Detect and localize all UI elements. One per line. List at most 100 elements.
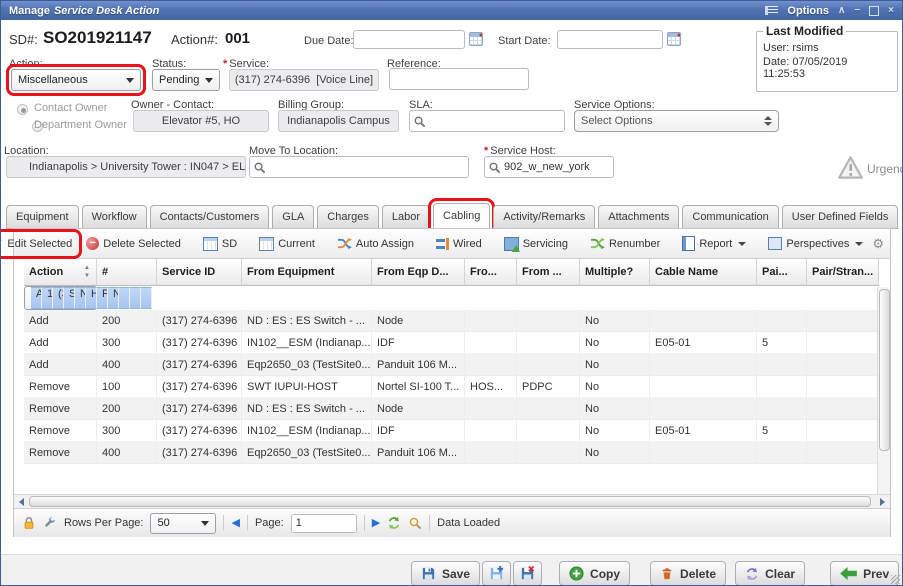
tab-labor[interactable]: Labor [382, 205, 430, 228]
servicing-button[interactable]: Servicing [499, 234, 573, 254]
tab-charges[interactable]: Charges [317, 205, 379, 228]
service-host-lookup[interactable] [484, 156, 614, 178]
column-header[interactable]: # [97, 259, 157, 286]
scroll-right-icon[interactable] [880, 498, 885, 506]
search-icon [413, 115, 426, 128]
prev-button[interactable]: Prev [830, 561, 899, 586]
rows-per-page-select[interactable]: 50 [150, 513, 216, 534]
search-icon[interactable] [408, 516, 422, 530]
renumber-button[interactable]: Renumber [585, 234, 665, 253]
table-row[interactable]: Add400(317) 274-6396Eqp2650_03 (TestSite… [24, 354, 879, 376]
table-row[interactable]: Remove300(317) 274-6396IN102__ESM (India… [24, 420, 879, 442]
current-button[interactable]: Current [254, 234, 320, 254]
search-icon [488, 161, 501, 174]
start-date-input[interactable] [557, 30, 663, 49]
delete-button[interactable]: Delete [650, 561, 726, 586]
service-host-input[interactable] [501, 161, 613, 173]
grid-toolbar: +Add Edit Selected −Delete Selected SD C… [14, 229, 890, 259]
move-to-location-lookup[interactable] [249, 156, 469, 178]
column-header[interactable]: Service ID [157, 259, 242, 286]
perspectives-button[interactable]: Perspectives [763, 234, 868, 253]
sla-input[interactable] [426, 115, 564, 127]
column-header[interactable]: Action [24, 259, 97, 286]
start-date-calendar-icon[interactable] [667, 32, 681, 46]
collapse-icon[interactable]: ∧ [838, 6, 845, 16]
status-select[interactable]: Pending [152, 69, 220, 91]
urgency-icon[interactable] [837, 155, 864, 180]
close-icon[interactable]: × [888, 6, 894, 16]
wired-button[interactable]: Wired [431, 235, 487, 253]
column-header[interactable]: Pai... [757, 259, 807, 286]
tab-contacts-customers[interactable]: Contacts/Customers [150, 205, 270, 228]
column-header[interactable]: Multiple? [580, 259, 650, 286]
column-header[interactable]: Pair/Stran... [807, 259, 879, 286]
column-header[interactable]: Fro... [465, 259, 517, 286]
table-row[interactable]: Add100(317) 274-6396SWT IUPUI-HOSTNortel… [24, 286, 97, 310]
previous-page-icon[interactable]: ◀ [231, 518, 239, 529]
pager-separator [429, 515, 430, 531]
clear-button[interactable]: Clear [735, 561, 805, 586]
minimize-icon[interactable]: − [854, 6, 860, 16]
delete-selected-button[interactable]: −Delete Selected [81, 234, 186, 253]
scroll-left-icon[interactable] [19, 498, 24, 506]
tab-equipment[interactable]: Equipment [6, 205, 79, 228]
wrench-icon[interactable] [43, 516, 57, 530]
reference-input[interactable] [389, 68, 529, 90]
page-input[interactable] [291, 514, 357, 533]
table-row[interactable]: Remove400(317) 274-6396Eqp2650_03 (TestS… [24, 442, 879, 464]
horizontal-scrollbar-thumb[interactable] [29, 496, 871, 507]
save-close-button[interactable] [513, 561, 542, 586]
service-options-select[interactable]: Select Options [574, 110, 779, 132]
tab-communication[interactable]: Communication [682, 205, 778, 228]
edit-selected-button[interactable]: Edit Selected [0, 234, 77, 254]
column-header[interactable]: From ... [517, 259, 580, 286]
gear-icon[interactable]: ⚙ [872, 237, 884, 250]
owner-contact-field: Elevator #5, HO [133, 110, 269, 132]
column-header[interactable]: From Eqp D... [372, 259, 465, 286]
copy-button[interactable]: Copy [559, 561, 630, 586]
last-modified-legend: Last Modified [763, 24, 846, 38]
options-menu[interactable]: Options [787, 5, 829, 17]
urgency-label: Urgency [867, 162, 903, 176]
pager-separator [247, 515, 248, 531]
table-row[interactable]: Remove200(317) 274-6396ND : ES : ES Swit… [24, 398, 879, 420]
table-row[interactable]: Remove100(317) 274-6396SWT IUPUI-HOSTNor… [24, 376, 879, 398]
tab-gla[interactable]: GLA [272, 205, 314, 228]
sd-number-label: SD#: [9, 32, 38, 47]
refresh-icon[interactable] [387, 516, 401, 530]
tab-attachments[interactable]: Attachments [598, 205, 679, 228]
lock-icon[interactable] [22, 516, 36, 530]
tab-activity-remarks[interactable]: Activity/Remarks [493, 205, 595, 228]
tab-workflow[interactable]: Workflow [82, 205, 147, 228]
horizontal-scrollbar[interactable] [14, 494, 890, 508]
arrow-left-icon [840, 567, 857, 580]
sd-number-value: SO201921147 [43, 28, 152, 48]
vertical-scrollbar[interactable] [877, 287, 890, 494]
contact-owner-radio[interactable] [17, 104, 28, 115]
tab-cabling[interactable]: Cabling [433, 203, 490, 229]
options-menu-icon [765, 6, 778, 15]
save-plus-icon [489, 566, 504, 581]
next-page-icon[interactable]: ▶ [372, 518, 380, 529]
table-row[interactable]: Add200(317) 274-6396ND : ES : ES Switch … [24, 310, 879, 332]
due-date-calendar-icon[interactable] [469, 32, 483, 46]
contact-owner-label: Contact Owner [34, 102, 107, 114]
save-button[interactable]: Save [411, 561, 480, 586]
sla-lookup[interactable] [409, 110, 565, 132]
footer-bar: Save Copy Delete Clear Prev Next [1, 554, 902, 586]
move-to-location-input[interactable] [266, 161, 468, 173]
popout-icon[interactable] [869, 6, 879, 16]
resize-grip[interactable] [891, 575, 900, 584]
due-date-input[interactable] [353, 30, 465, 49]
sd-button[interactable]: SD [198, 234, 242, 254]
column-header[interactable]: From Equipment [242, 259, 372, 286]
table-row[interactable]: Add300(317) 274-6396IN102__ESM (Indianap… [24, 332, 879, 354]
auto-assign-button[interactable]: Auto Assign [332, 234, 419, 253]
vertical-scrollbar-thumb[interactable] [879, 289, 890, 451]
column-header[interactable]: Cable Name [650, 259, 757, 286]
save-new-button[interactable] [482, 561, 511, 586]
action-select[interactable]: Miscellaneous [11, 69, 141, 91]
report-button[interactable]: Report [677, 233, 751, 254]
tab-user-defined-fields[interactable]: User Defined Fields [782, 205, 899, 228]
chevron-down-icon [205, 78, 213, 83]
